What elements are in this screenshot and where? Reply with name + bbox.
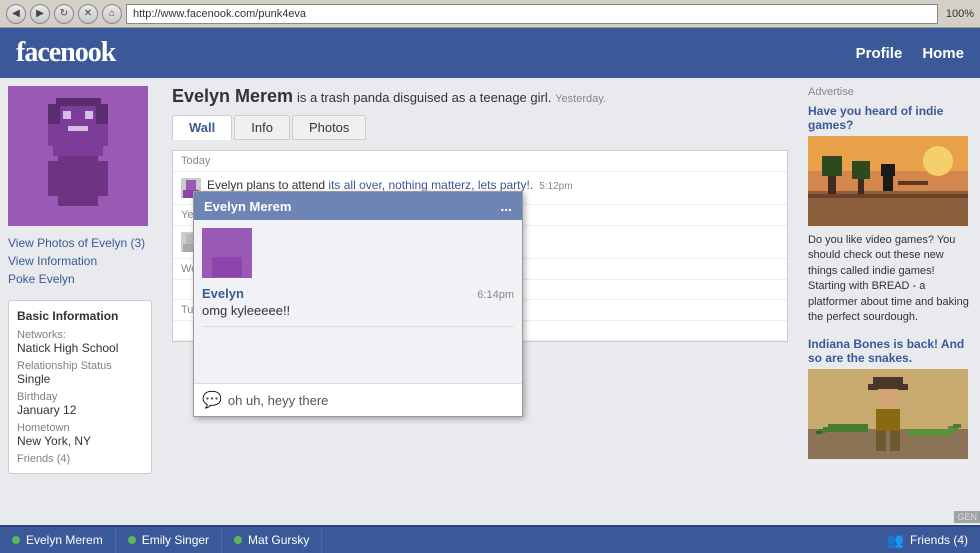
chat-divider	[202, 326, 514, 327]
feed: Today Evelyn plans to attend its all ove…	[172, 150, 788, 342]
forward-button[interactable]: ▶	[30, 4, 50, 24]
feed-time-1: 5:12pm	[539, 181, 572, 192]
chat-avatar	[202, 228, 252, 278]
taskbar-name-emily: Emily Singer	[142, 533, 209, 547]
tab-info[interactable]: Info	[234, 115, 290, 140]
profile-status: is a trash panda disguised as a teenage …	[297, 90, 551, 105]
home-nav-link[interactable]: Home	[922, 45, 964, 62]
fb-nav: Profile Home	[856, 45, 964, 62]
chat-message-row: Evelyn 6:14pm	[202, 286, 514, 301]
back-button[interactable]: ◀	[6, 4, 26, 24]
fb-header: facenook Profile Home	[0, 28, 980, 78]
taskbar-item-mat[interactable]: Mat Gursky	[222, 527, 322, 553]
hometown-value: New York, NY	[17, 434, 143, 448]
tab-photos[interactable]: Photos	[292, 115, 366, 140]
profile-tabs: Wall Info Photos	[172, 115, 788, 140]
online-indicator-evelyn	[12, 536, 20, 544]
ad-image-2	[808, 369, 968, 459]
taskbar-name-mat: Mat Gursky	[248, 533, 309, 547]
relationship-label: Relationship Status	[17, 360, 143, 372]
chat-header: Evelyn Merem ...	[194, 192, 522, 220]
chat-input[interactable]: oh uh, heyy there	[228, 393, 514, 408]
birthday-label: Birthday	[17, 391, 143, 403]
chat-time: 6:14pm	[477, 289, 514, 301]
ad-block-2: Indiana Bones is back! And so are the sn…	[808, 337, 972, 466]
relationship-value: Single	[17, 372, 143, 386]
tab-wall[interactable]: Wall	[172, 115, 232, 140]
chat-body: Evelyn 6:14pm omg kyleeeee!!	[194, 220, 522, 383]
main-content: Evelyn Merem is a trash panda disguised …	[160, 78, 800, 525]
profile-name: Evelyn Merem	[172, 86, 293, 106]
ad-block-1: Have you heard of indie games? Do you	[808, 104, 972, 325]
online-indicator-emily	[128, 536, 136, 544]
hometown-label: Hometown	[17, 422, 143, 434]
chat-title: Evelyn Merem	[204, 199, 291, 214]
birthday-value: January 12	[17, 403, 143, 417]
view-photos-link[interactable]: View Photos of Evelyn (3)	[8, 234, 152, 252]
watermark: GEN	[954, 511, 980, 523]
taskbar-item-evelyn[interactable]: Evelyn Merem	[0, 527, 116, 553]
friends-icon: 👥	[887, 532, 904, 549]
basic-info-box: Basic Information Networks: Natick High …	[8, 300, 152, 474]
profile-timestamp: Yesterday.	[555, 93, 606, 105]
browser-chrome: ◀ ▶ ↻ ✕ ⌂ 100%	[0, 0, 980, 28]
zoom-level: 100%	[946, 8, 974, 20]
main-container: View Photos of Evelyn (3) View Informati…	[0, 78, 980, 525]
ad-title-1: Have you heard of indie games?	[808, 104, 972, 132]
profile-header: Evelyn Merem is a trash panda disguised …	[172, 86, 788, 107]
address-bar[interactable]	[126, 4, 938, 24]
chat-popup: Evelyn Merem ... Evelyn 6:14pm omg kylee…	[193, 191, 523, 417]
taskbar-name-evelyn: Evelyn Merem	[26, 533, 103, 547]
ad-title-2: Indiana Bones is back! And so are the sn…	[808, 337, 972, 365]
chat-input-row: 💬 oh uh, heyy there	[194, 383, 522, 416]
basic-info-title: Basic Information	[17, 309, 143, 323]
taskbar: Evelyn Merem Emily Singer Mat Gursky 👥 F…	[0, 525, 980, 553]
advertise-label: Advertise	[808, 86, 972, 98]
online-indicator-mat	[234, 536, 242, 544]
chat-emoji-icon: 💬	[202, 390, 222, 410]
chat-close-button[interactable]: ...	[500, 198, 512, 214]
ad-image-1	[808, 136, 968, 226]
friends-label: Friends (4)	[17, 453, 143, 465]
feed-text-1: Evelyn plans to attend its all over, not…	[207, 178, 779, 192]
chat-message-text: omg kyleeeee!!	[202, 303, 514, 318]
taskbar-friends[interactable]: 👥 Friends (4)	[875, 532, 980, 549]
right-sidebar: Advertise Have you heard of indie games?	[800, 78, 980, 525]
friends-count: Friends (4)	[910, 533, 968, 547]
network-value: Natick High School	[17, 341, 143, 355]
sidebar-links: View Photos of Evelyn (3) View Informati…	[8, 234, 152, 288]
home-button[interactable]: ⌂	[102, 4, 122, 24]
fb-logo: facenook	[16, 37, 115, 69]
today-label: Today	[173, 151, 787, 172]
network-label: Networks:	[17, 329, 143, 341]
view-info-link[interactable]: View Information	[8, 252, 152, 270]
chat-sender: Evelyn	[202, 286, 244, 301]
feed-event-link[interactable]: its all over, nothing matterz, lets part…	[328, 178, 533, 192]
ad-text-1: Do you like video games? You should chec…	[808, 233, 972, 325]
taskbar-item-emily[interactable]: Emily Singer	[116, 527, 222, 553]
poke-link[interactable]: Poke Evelyn	[8, 270, 152, 288]
refresh-button[interactable]: ↻	[54, 4, 74, 24]
left-sidebar: View Photos of Evelyn (3) View Informati…	[0, 78, 160, 525]
stop-button[interactable]: ✕	[78, 4, 98, 24]
profile-nav-link[interactable]: Profile	[856, 45, 903, 62]
profile-picture	[8, 86, 148, 226]
